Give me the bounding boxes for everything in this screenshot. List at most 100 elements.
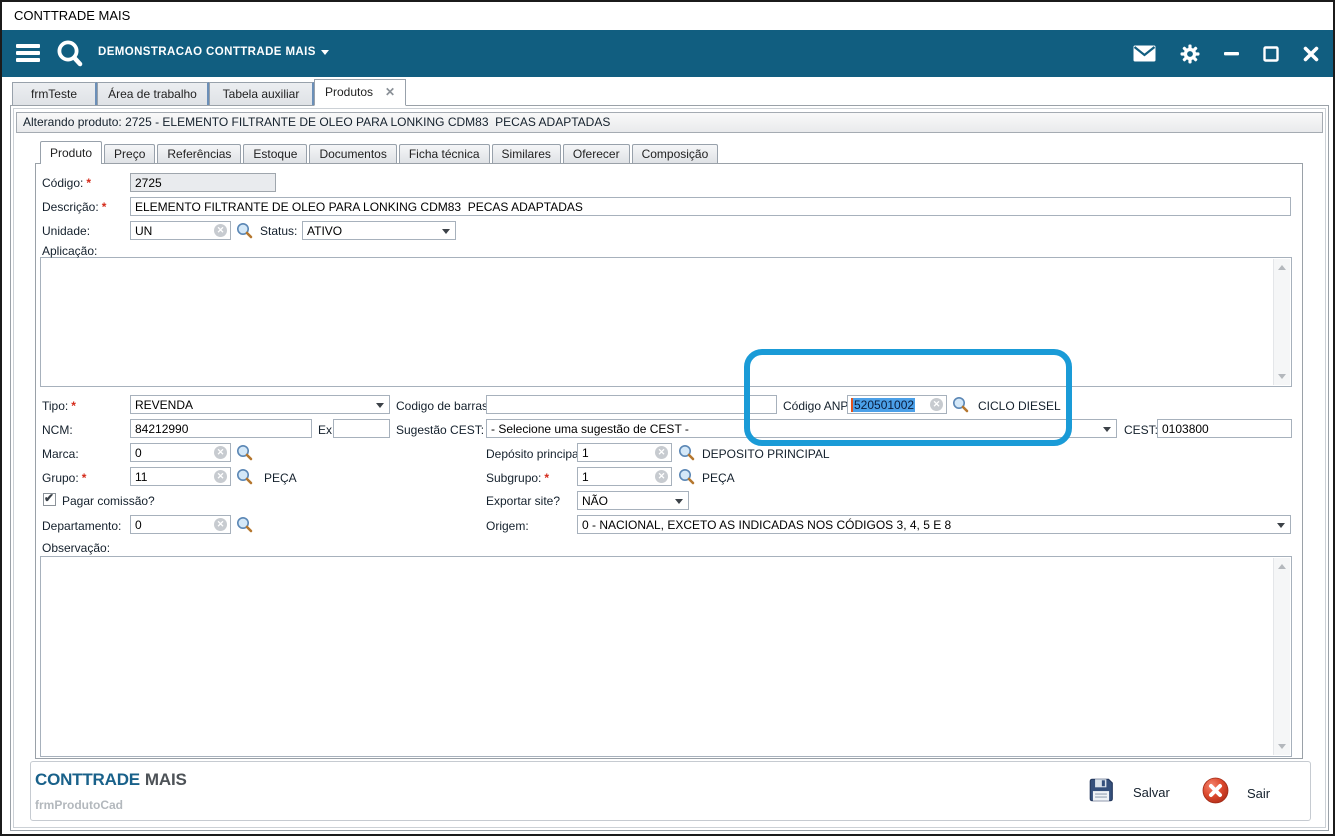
departamento-clear-icon[interactable]: ✕ <box>214 518 227 531</box>
unidade-lookup-icon[interactable] <box>236 222 253 239</box>
tab-produtos[interactable]: Produtos ✕ <box>314 79 406 106</box>
chevron-down-icon <box>1103 427 1111 432</box>
observacao-textarea[interactable] <box>40 556 1292 757</box>
subgrupo-lookup-icon[interactable] <box>678 468 695 485</box>
search-icon[interactable] <box>54 38 86 70</box>
tab-oferecer[interactable]: Oferecer <box>563 144 630 163</box>
tab-composicao[interactable]: Composição <box>632 144 719 163</box>
tab-estoque[interactable]: Estoque <box>243 144 307 163</box>
origem-label: Origem: <box>486 519 529 533</box>
exportar-site-select[interactable]: NÃO <box>577 491 689 510</box>
status-select[interactable]: ATIVO <box>302 221 456 240</box>
codigo-anp-input[interactable]: 520501002 ✕ <box>847 395 947 414</box>
save-button-label: Salvar <box>1133 785 1170 800</box>
brand-primary: CONTTRADE <box>35 770 140 789</box>
grupo-description: PEÇA <box>264 471 297 485</box>
gear-icon[interactable] <box>1180 44 1200 64</box>
tab-tabela-auxiliar[interactable]: Tabela auxiliar <box>209 82 314 105</box>
maximize-icon[interactable] <box>1263 46 1279 62</box>
marca-label: Marca: <box>42 447 79 461</box>
grupo-lookup-icon[interactable] <box>236 468 253 485</box>
scroll-down-icon[interactable] <box>1278 744 1286 749</box>
tab-produto[interactable]: Produto <box>40 141 102 164</box>
deposito-clear-icon[interactable]: ✕ <box>655 446 668 459</box>
pagar-comissao-checkbox[interactable]: ✔ <box>43 493 56 506</box>
editing-status-bar: Alterando produto: 2725 - ELEMENTO FILTR… <box>16 112 1323 133</box>
tab-close-icon[interactable]: ✕ <box>385 80 395 105</box>
tab-referencias[interactable]: Referências <box>157 144 241 163</box>
exit-button-label: Sair <box>1247 786 1270 801</box>
check-icon: ✔ <box>44 491 54 505</box>
brand-logo: CONTTRADEMAIS <box>35 770 187 790</box>
cest-input[interactable] <box>1157 419 1292 438</box>
exportar-site-label: Exportar site? <box>486 494 560 508</box>
subgrupo-clear-icon[interactable]: ✕ <box>655 470 668 483</box>
tab-preco[interactable]: Preço <box>104 144 155 163</box>
chevron-down-icon <box>376 403 384 408</box>
codigo-label: Código:* <box>42 176 91 190</box>
scroll-up-icon[interactable] <box>1278 265 1286 270</box>
ncm-input[interactable] <box>130 419 312 438</box>
grupo-clear-icon[interactable]: ✕ <box>214 470 227 483</box>
save-button[interactable]: Salvar <box>1087 776 1170 809</box>
scroll-up-icon[interactable] <box>1278 564 1286 569</box>
departamento-label: Departamento: <box>42 519 121 533</box>
hamburger-menu-icon[interactable] <box>16 44 40 62</box>
deposito-description: DEPOSITO PRINCIPAL <box>702 447 830 461</box>
grupo-label: Grupo:* <box>42 471 86 485</box>
tipo-select[interactable]: REVENDA <box>130 395 390 414</box>
codigo-anp-lookup-icon[interactable] <box>952 396 969 413</box>
aplicacao-label: Aplicação: <box>42 244 97 258</box>
window-titlebar: CONTTRADE MAIS <box>2 2 1333 30</box>
company-menu[interactable]: DEMONSTRACAO CONTTRADE MAIS <box>98 46 329 58</box>
origem-select[interactable]: 0 - NACIONAL, EXCETO AS INDICADAS NOS CÓ… <box>577 515 1291 534</box>
sugestao-cest-select[interactable]: - Selecione uma sugestão de CEST - <box>486 419 1117 438</box>
mail-icon[interactable] <box>1133 45 1156 62</box>
top-toolbar: DEMONSTRACAO CONTTRADE MAIS <box>2 30 1333 77</box>
window-title: CONTTRADE MAIS <box>14 8 130 23</box>
descricao-input[interactable] <box>130 197 1291 216</box>
form-id-label: frmProdutoCad <box>35 798 123 812</box>
pagar-comissao-label: Pagar comissão? <box>62 494 155 508</box>
deposito-lookup-icon[interactable] <box>678 444 695 461</box>
tab-frmteste[interactable]: frmTeste <box>12 82 97 105</box>
observacao-scrollbar[interactable] <box>1273 558 1290 755</box>
selected-text: 520501002 <box>851 398 915 412</box>
exit-red-x-icon <box>1202 777 1229 809</box>
product-form-tabstrip: Produto Preço Referências Estoque Docume… <box>40 141 718 163</box>
codigo-anp-clear-icon[interactable]: ✕ <box>930 398 943 411</box>
ncm-label: NCM: <box>42 423 73 437</box>
tab-area-de-trabalho[interactable]: Área de trabalho <box>97 82 209 105</box>
tab-similares[interactable]: Similares <box>492 144 561 163</box>
subgrupo-description: PEÇA <box>702 471 735 485</box>
chevron-down-icon <box>675 499 683 504</box>
app-window: CONTTRADE MAIS DEMONSTRACAO CONTTRADE MA… <box>0 0 1335 836</box>
codigo-input[interactable] <box>130 173 276 192</box>
observacao-label: Observação: <box>42 541 110 555</box>
aplicacao-scrollbar[interactable] <box>1273 259 1290 385</box>
sugestao-cest-label: Sugestão CEST: <box>396 423 484 437</box>
ex-input[interactable] <box>333 419 390 438</box>
close-icon[interactable] <box>1303 46 1319 62</box>
descricao-label: Descrição:* <box>42 200 106 214</box>
workspace-tabstrip: frmTeste Área de trabalho Tabela auxilia… <box>12 78 406 105</box>
codigo-barras-input[interactable] <box>486 395 777 414</box>
subgrupo-label: Subgrupo:* <box>486 471 549 485</box>
save-floppy-icon <box>1087 776 1115 809</box>
tab-documentos[interactable]: Documentos <box>309 144 396 163</box>
tab-ficha-tecnica[interactable]: Ficha técnica <box>399 144 490 163</box>
aplicacao-textarea[interactable] <box>40 257 1292 387</box>
minimize-icon[interactable] <box>1224 46 1239 61</box>
exit-button[interactable]: Sair <box>1202 777 1270 809</box>
unidade-label: Unidade: <box>42 224 90 238</box>
codigo-barras-label: Codigo de barras: <box>396 399 491 413</box>
deposito-label: Depósito principal: <box>486 447 585 461</box>
company-menu-label: DEMONSTRACAO CONTTRADE MAIS <box>98 46 316 58</box>
marca-lookup-icon[interactable] <box>236 444 253 461</box>
scroll-down-icon[interactable] <box>1278 374 1286 379</box>
marca-clear-icon[interactable]: ✕ <box>214 446 227 459</box>
chevron-down-icon <box>1277 523 1285 528</box>
departamento-lookup-icon[interactable] <box>236 516 253 533</box>
unidade-clear-icon[interactable]: ✕ <box>214 224 227 237</box>
codigo-anp-label: Código ANP: <box>783 399 852 413</box>
